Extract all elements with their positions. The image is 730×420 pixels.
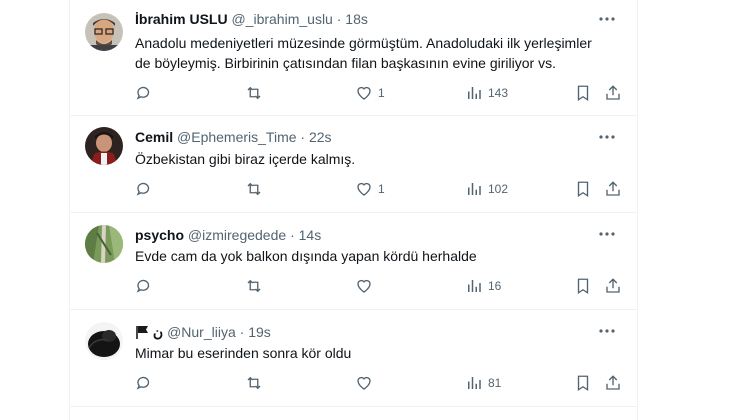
view-count: 102 (488, 182, 509, 196)
tweet-text: Evde cam da yok balkon dışında yapan kör… (135, 248, 477, 264)
share-button[interactable] (604, 83, 622, 103)
bookmark-button[interactable] (574, 373, 592, 393)
views-button[interactable]: 81 (465, 373, 501, 393)
share-button[interactable] (604, 373, 622, 393)
user-handle[interactable]: @izmiregedede (188, 227, 286, 243)
display-name[interactable]: ن (153, 324, 163, 340)
like-icon (357, 86, 371, 100)
avatar[interactable] (85, 225, 123, 263)
tweet-actions: 16 (135, 276, 625, 296)
reply-button[interactable] (135, 83, 153, 103)
like-button[interactable] (355, 373, 378, 393)
tweet-header: İbrahim USLU @_ibrahim_uslu · 18s (135, 10, 368, 28)
more-icon[interactable] (597, 129, 617, 145)
tweet-actions: 1 102 (135, 179, 625, 199)
tweet-text: Özbekistan gibi biraz içerde kalmış. (135, 151, 356, 167)
display-name[interactable]: psycho (135, 227, 184, 243)
views-button[interactable]: 143 (465, 83, 508, 103)
share-button[interactable] (604, 276, 622, 296)
more-icon[interactable] (597, 226, 617, 242)
retweet-icon (247, 182, 261, 196)
retweet-icon (247, 376, 261, 390)
reply-button[interactable] (135, 276, 153, 296)
bookmark-button[interactable] (574, 83, 592, 103)
reply-icon (136, 376, 150, 390)
views-icon (468, 87, 481, 99)
tweet-text: Anadolu medeniyetleri müzesinde görmüştü… (135, 35, 592, 71)
views-icon (468, 280, 481, 292)
like-icon (357, 376, 371, 390)
separator: · (290, 227, 295, 243)
display-name[interactable]: İbrahim USLU (135, 11, 228, 27)
views-button[interactable]: 102 (465, 179, 508, 199)
bookmark-icon (577, 181, 589, 198)
bookmark-icon (577, 375, 589, 392)
views-button[interactable]: 16 (465, 276, 501, 296)
bookmark-icon (577, 278, 589, 295)
share-icon (606, 278, 620, 293)
tweet[interactable]: İbrahim USLU @_ibrahim_uslu · 18s Anadol… (70, 0, 637, 116)
share-icon (606, 375, 620, 390)
timestamp[interactable]: 18s (345, 11, 368, 27)
view-count: 81 (488, 376, 502, 390)
views-icon (468, 183, 481, 195)
user-handle[interactable]: @Nur_liiya (167, 324, 236, 340)
reply-icon (136, 182, 150, 196)
like-button[interactable] (355, 276, 378, 296)
like-count: 1 (378, 86, 385, 100)
timestamp[interactable]: 22s (309, 129, 332, 145)
share-icon (606, 181, 620, 196)
retweet-button[interactable] (245, 373, 263, 393)
more-icon[interactable] (597, 11, 617, 27)
retweet-button[interactable] (245, 83, 263, 103)
timestamp[interactable]: 14s (299, 227, 322, 243)
column-border-right (637, 0, 638, 420)
user-handle[interactable]: @Ephemeris_Time (177, 129, 297, 145)
tweet-header: Cemil @Ephemeris_Time · 22s (135, 128, 332, 146)
reply-icon (136, 86, 150, 100)
avatar[interactable] (85, 13, 123, 51)
tweet-header: ن @Nur_liiya · 19s (135, 323, 271, 341)
like-icon (357, 279, 371, 293)
view-count: 16 (488, 279, 502, 293)
more-icon[interactable] (597, 323, 617, 339)
bookmark-icon (577, 85, 589, 102)
display-name[interactable]: Cemil (135, 129, 173, 145)
share-button[interactable] (604, 179, 622, 199)
retweet-button[interactable] (245, 179, 263, 199)
tweet-header: psycho @izmiregedede · 14s (135, 226, 321, 244)
reply-button[interactable] (135, 373, 153, 393)
avatar[interactable] (85, 127, 123, 165)
user-handle[interactable]: @_ibrahim_uslu (231, 11, 332, 27)
bookmark-button[interactable] (574, 179, 592, 199)
reply-button[interactable] (135, 179, 153, 199)
views-icon (468, 377, 481, 389)
timestamp[interactable]: 19s (248, 324, 271, 340)
tweet[interactable]: psycho @izmiregedede · 14s Evde cam da y… (70, 213, 637, 310)
separator: · (336, 11, 342, 27)
retweet-button[interactable] (245, 276, 263, 296)
share-icon (606, 85, 620, 100)
separator: · (300, 129, 306, 145)
retweet-icon (247, 86, 261, 100)
retweet-icon (247, 279, 261, 293)
tweet[interactable]: Cemil @Ephemeris_Time · 22s Özbekistan g… (70, 116, 637, 213)
tweet[interactable]: ن @Nur_liiya · 19s Mimar bu eserinden so… (70, 310, 637, 407)
reply-icon (136, 279, 150, 293)
like-button[interactable]: 1 (355, 83, 385, 103)
tweet-actions: 1 143 (135, 83, 625, 103)
like-button[interactable]: 1 (355, 179, 385, 199)
like-count: 1 (378, 182, 385, 196)
avatar[interactable] (85, 322, 123, 360)
view-count: 143 (488, 86, 509, 100)
tweet-text: Mimar bu eserinden sonra kör oldu (135, 345, 352, 361)
like-icon (357, 182, 371, 196)
bookmark-button[interactable] (574, 276, 592, 296)
flag-icon (136, 326, 148, 339)
separator: · (239, 324, 245, 340)
tweet-actions: 81 (135, 373, 625, 393)
